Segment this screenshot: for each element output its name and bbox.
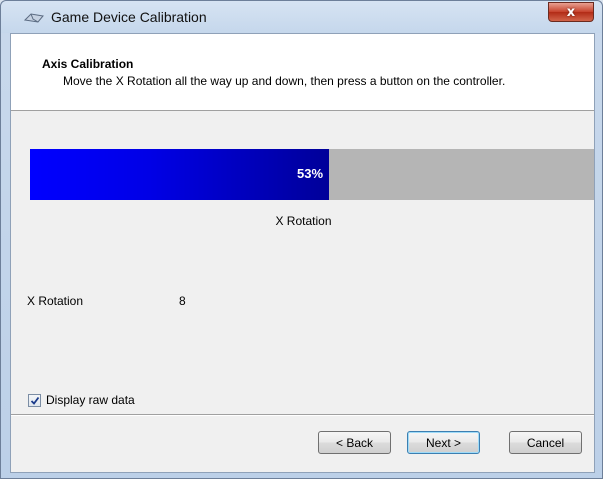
cancel-button[interactable]: Cancel: [509, 431, 582, 454]
checkmark-icon: [30, 396, 40, 405]
dialog-body: Axis Calibration Move the X Rotation all…: [10, 33, 595, 473]
close-icon: x: [566, 4, 576, 20]
raw-axis-label: X Rotation: [27, 294, 84, 308]
page-title: Axis Calibration: [42, 57, 134, 71]
game-controller-icon: [23, 11, 45, 25]
calibration-window: Game Device Calibration x Axis Calibrati…: [0, 0, 603, 479]
axis-progress-bar: 53%: [30, 149, 594, 200]
progress-fill: [30, 149, 329, 200]
back-button[interactable]: < Back: [318, 431, 391, 454]
wizard-header: Axis Calibration Move the X Rotation all…: [11, 34, 594, 111]
next-button[interactable]: Next >: [407, 431, 480, 454]
close-button[interactable]: x: [548, 2, 594, 22]
raw-axis-value: 8: [179, 294, 186, 308]
display-raw-data-checkbox[interactable]: [28, 393, 41, 407]
title-bar[interactable]: Game Device Calibration x: [1, 1, 602, 33]
axis-caption: X Rotation: [275, 214, 332, 228]
display-raw-data-option[interactable]: Display raw data: [28, 393, 135, 407]
progress-percent-label: 53%: [297, 166, 324, 181]
button-divider: [11, 414, 594, 416]
display-raw-data-label: Display raw data: [46, 393, 135, 407]
page-instructions: Move the X Rotation all the way up and d…: [63, 74, 506, 88]
window-title: Game Device Calibration: [51, 9, 207, 25]
